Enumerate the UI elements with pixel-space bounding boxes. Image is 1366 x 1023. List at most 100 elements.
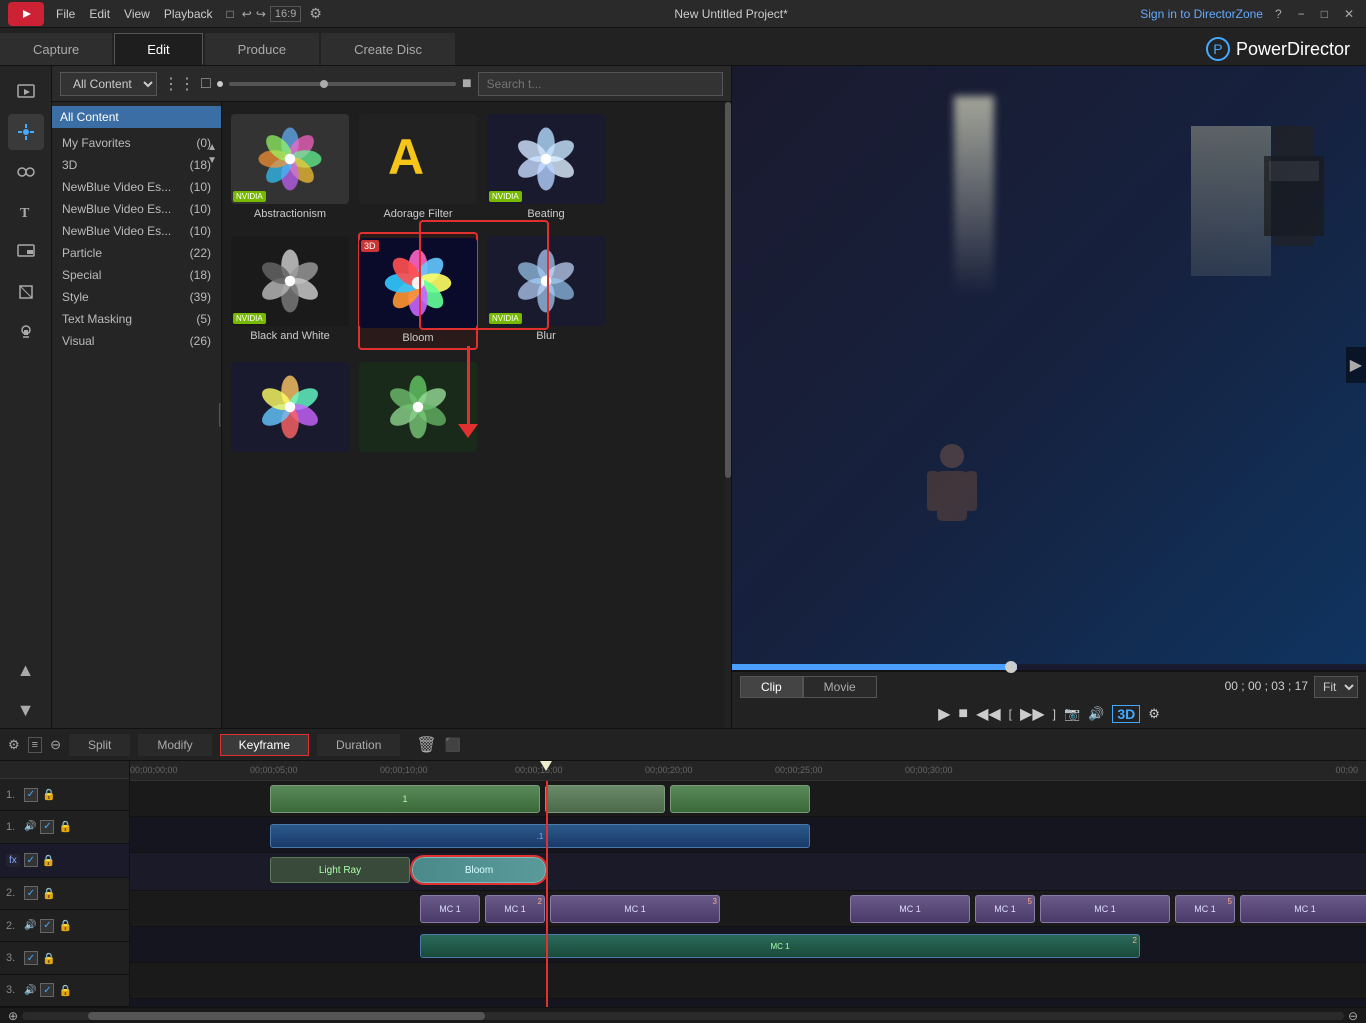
track-3-audio-lock[interactable]: 🔒 xyxy=(58,984,72,997)
effect-blur[interactable]: NVIDIA Blur xyxy=(486,232,606,350)
tab-capture[interactable]: Capture xyxy=(0,33,112,65)
timeline-collapse-icon[interactable]: ⬛ xyxy=(445,737,461,753)
undo-icon[interactable]: ↩ xyxy=(242,7,252,21)
category-special[interactable]: Special (18) xyxy=(52,264,221,286)
effect-abstractionism[interactable]: NVIDIA Abstractionism xyxy=(230,110,350,224)
timeline-hscroll-thumb[interactable] xyxy=(88,1012,485,1020)
clip-mc-4[interactable]: MC 1 xyxy=(850,895,970,923)
scroll-up-icon[interactable]: ▲ xyxy=(8,652,44,688)
track-1-video-lock[interactable]: 🔒 xyxy=(42,788,56,801)
timeline-zoom-out-bottom[interactable]: ⊖ xyxy=(1348,1009,1358,1023)
effect-8[interactable] xyxy=(358,358,478,460)
effect-7[interactable] xyxy=(230,358,350,460)
content-filter-select[interactable]: All Content xyxy=(60,72,157,96)
clip-mc-5[interactable]: 5MC 1 xyxy=(975,895,1035,923)
timeline-tab-duration[interactable]: Duration xyxy=(317,734,400,756)
mark-in-button[interactable]: [ xyxy=(1009,707,1012,721)
clip-1b[interactable] xyxy=(545,785,665,813)
clip-mc-3[interactable]: 3MC 1 xyxy=(550,895,720,923)
timeline-zoom-out-icon[interactable]: ⊖ xyxy=(50,737,61,753)
clip-1c[interactable] xyxy=(670,785,810,813)
redo-icon[interactable]: ↪ xyxy=(256,7,266,21)
prev-frame-button[interactable]: ◀◀ xyxy=(976,704,1001,724)
sidebar-item-pip[interactable] xyxy=(8,234,44,270)
stop-button[interactable]: ■ xyxy=(958,705,968,723)
mark-out-button[interactable]: ] xyxy=(1053,707,1056,721)
grid-view-icon[interactable]: ⋮⋮ xyxy=(163,74,195,94)
close-button[interactable]: ✕ xyxy=(1340,7,1358,21)
track-2-video-check[interactable]: ✓ xyxy=(24,886,38,900)
thumb-slider[interactable] xyxy=(217,81,223,87)
preview-timebar[interactable] xyxy=(732,664,1366,670)
track-1-audio-check[interactable]: ✓ xyxy=(40,820,54,834)
audio-1[interactable]: .1 xyxy=(270,824,810,848)
timeline-tab-split[interactable]: Split xyxy=(69,734,130,756)
help-button[interactable]: ? xyxy=(1271,7,1286,21)
fit-select[interactable]: Fit xyxy=(1314,676,1358,698)
category-newblue-2[interactable]: NewBlue Video Es... (10) xyxy=(52,198,221,220)
category-style[interactable]: Style (39) xyxy=(52,286,221,308)
category-my-favorites[interactable]: My Favorites (0) xyxy=(52,132,221,154)
large-thumb-icon[interactable]: ■ xyxy=(462,75,472,93)
play-button[interactable]: ▶ xyxy=(938,704,950,724)
clip-mc-2[interactable]: 2MC 1 xyxy=(485,895,545,923)
sidebar-item-media[interactable] xyxy=(8,74,44,110)
timeline-zoom-in[interactable]: ⊕ xyxy=(8,1009,18,1023)
delete-button[interactable]: 🗑 xyxy=(416,735,436,755)
menu-file[interactable]: File xyxy=(56,7,75,21)
timeline-mode-icon[interactable]: ≡ xyxy=(28,737,42,753)
timeline-tab-keyframe[interactable]: Keyframe xyxy=(220,734,309,756)
tab-produce[interactable]: Produce xyxy=(205,33,319,65)
track-1-audio-lock[interactable]: 🔒 xyxy=(58,820,72,833)
track-1-video-check[interactable]: ✓ xyxy=(24,788,38,802)
cat-scroll-down[interactable]: ▼ xyxy=(207,155,217,166)
clip-lightray[interactable]: Light Ray xyxy=(270,857,410,883)
effect-bloom[interactable]: 3D xyxy=(358,232,478,350)
effect-adorage[interactable]: A Adorage Filter xyxy=(358,110,478,224)
cat-scroll-up[interactable]: ▲ xyxy=(207,142,217,153)
playhead-marker[interactable] xyxy=(540,761,552,771)
track-fx-lock[interactable]: 🔒 xyxy=(42,854,56,867)
track-3-audio-check[interactable]: ✓ xyxy=(40,983,54,997)
sidebar-item-audio[interactable] xyxy=(8,314,44,350)
thumb-size-slider[interactable] xyxy=(229,82,456,86)
volume-button[interactable]: 🔊 xyxy=(1088,706,1104,722)
timeline-tab-modify[interactable]: Modify xyxy=(138,734,211,756)
category-particle[interactable]: Particle (22) xyxy=(52,242,221,264)
sign-in-link[interactable]: Sign in to DirectorZone xyxy=(1140,7,1263,21)
settings-icon[interactable]: ⚙ xyxy=(309,5,322,22)
category-all-content[interactable]: All Content xyxy=(52,106,221,128)
category-text-masking[interactable]: Text Masking (5) xyxy=(52,308,221,330)
preview-expand-arrow[interactable]: ▶ xyxy=(1346,347,1366,383)
next-frame-button[interactable]: ▶▶ xyxy=(1020,704,1045,724)
menu-edit[interactable]: Edit xyxy=(89,7,110,21)
timeline-settings-icon[interactable]: ⚙ xyxy=(8,737,20,753)
sidebar-item-effects[interactable] xyxy=(8,114,44,150)
category-visual[interactable]: Visual (26) xyxy=(52,330,221,352)
clip-mc-1[interactable]: MC 1 xyxy=(420,895,480,923)
category-newblue-3[interactable]: NewBlue Video Es... (10) xyxy=(52,220,221,242)
sidebar-item-titles[interactable]: T xyxy=(8,194,44,230)
track-2-audio-check[interactable]: ✓ xyxy=(40,919,54,933)
category-newblue-1[interactable]: NewBlue Video Es... (10) xyxy=(52,176,221,198)
clip-bloom-fx[interactable]: Bloom xyxy=(412,857,546,883)
clip-mc-7[interactable]: 5MC 1 xyxy=(1175,895,1235,923)
timeline-hscrollbar[interactable] xyxy=(22,1012,1344,1020)
tab-edit[interactable]: Edit xyxy=(114,33,202,65)
effects-scrollbar-thumb[interactable] xyxy=(725,102,731,478)
preview-tab-clip[interactable]: Clip xyxy=(740,676,803,698)
maximize-button[interactable]: □ xyxy=(1317,7,1332,21)
screenshot-button[interactable]: 📷 xyxy=(1064,706,1080,722)
menu-playback[interactable]: Playback xyxy=(164,7,213,21)
minimize-button[interactable]: − xyxy=(1294,7,1309,21)
3d-toggle[interactable]: 3D xyxy=(1112,705,1140,723)
screen-mode-icon[interactable]: □ xyxy=(227,7,234,21)
effect-black-white[interactable]: NVIDIA Black and White xyxy=(230,232,350,350)
small-thumb-icon[interactable]: □ xyxy=(201,75,211,93)
search-input[interactable] xyxy=(478,72,723,96)
track-3-video-lock[interactable]: 🔒 xyxy=(42,952,56,965)
menu-view[interactable]: View xyxy=(124,7,150,21)
sidebar-item-transitions[interactable] xyxy=(8,154,44,190)
track-2-audio-lock[interactable]: 🔒 xyxy=(58,919,72,932)
clip-1-main[interactable]: 1 xyxy=(270,785,540,813)
